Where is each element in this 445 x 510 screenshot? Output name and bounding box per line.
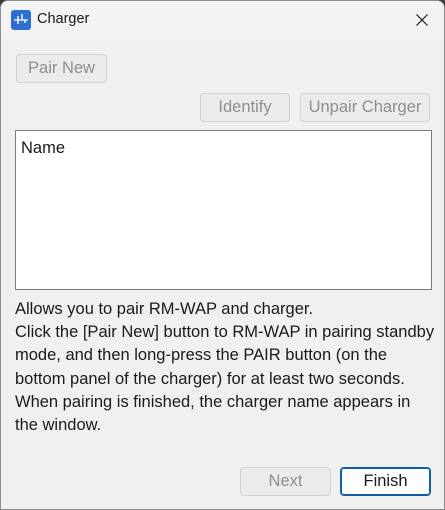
name-column-header[interactable]: Name (21, 139, 65, 158)
identify-button[interactable]: Identify (200, 93, 290, 122)
title-bar: Charger (1, 1, 444, 39)
close-button[interactable] (406, 5, 438, 35)
pair-new-button[interactable]: Pair New (16, 54, 107, 83)
instructions-text: Allows you to pair RM-WAP and charger. C… (15, 298, 435, 437)
next-button[interactable]: Next (240, 467, 331, 496)
instruction-line-3: When pairing is finished, the charger na… (15, 392, 411, 435)
charger-dialog: Charger Pair New Identify Unpair Charger… (0, 0, 445, 510)
instruction-line-2: Click the [Pair New] button to RM-WAP in… (15, 323, 435, 388)
charger-list[interactable]: Name (15, 130, 432, 290)
equalizer-app-icon (11, 10, 31, 30)
unpair-charger-button[interactable]: Unpair Charger (300, 93, 430, 122)
close-icon (416, 14, 428, 26)
window-title: Charger (37, 11, 90, 27)
instruction-line-1: Allows you to pair RM-WAP and charger. (15, 300, 314, 318)
finish-button[interactable]: Finish (340, 467, 431, 496)
